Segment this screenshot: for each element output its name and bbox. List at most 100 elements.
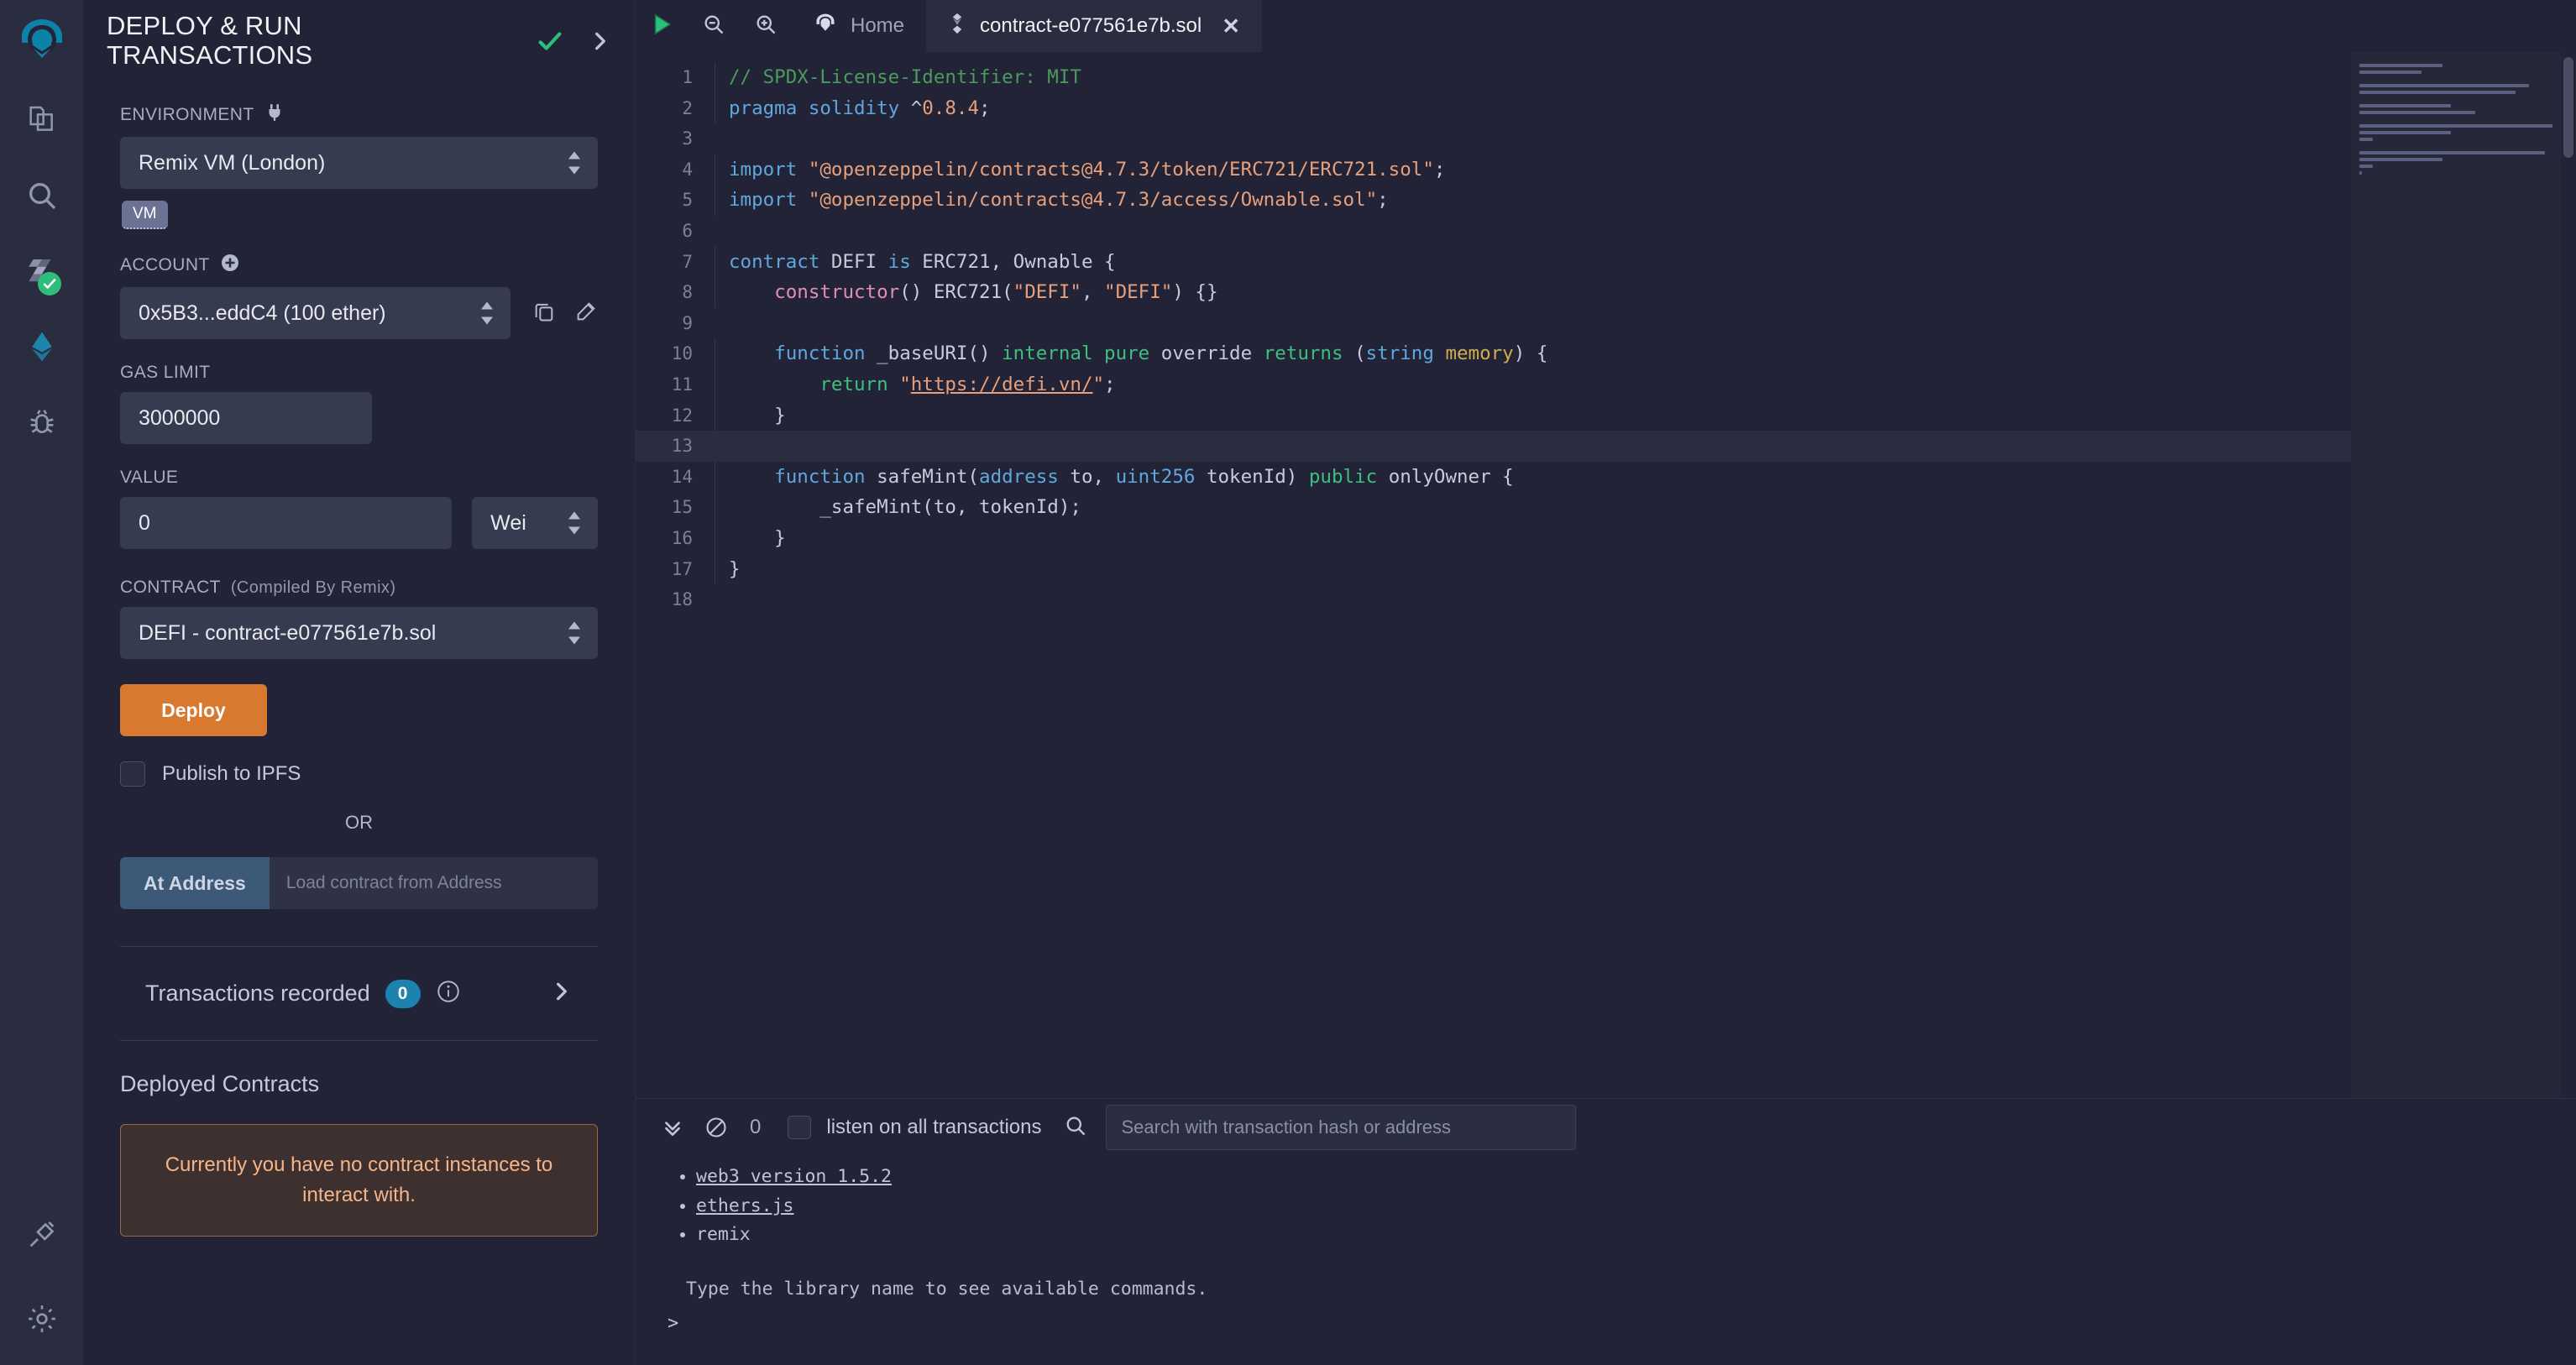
terminal-library-item[interactable]: web3 version 1.5.2 — [696, 1164, 2576, 1190]
terminal-count: 0 — [750, 1116, 762, 1138]
line-code: import "@openzeppelin/contracts@4.7.3/ac… — [715, 185, 2351, 216]
line-code: function safeMint(address to, uint256 to… — [715, 461, 2351, 493]
code-line[interactable]: 11 return "https://defi.vn/"; — [636, 369, 2351, 400]
code-line[interactable]: 5 import "@openzeppelin/contracts@4.7.3/a… — [636, 185, 2351, 216]
plug-icon — [264, 102, 285, 128]
value-label-text: VALUE — [120, 468, 179, 487]
account-select-wrap: 0x5B3...eddC4 (100 ether) — [120, 287, 510, 339]
minimap-line — [2359, 71, 2422, 74]
value-input[interactable]: 0 — [120, 497, 453, 549]
code-line[interactable]: 15 _safeMint(to, tokenId); — [636, 492, 2351, 523]
code-line[interactable]: 10 function _baseURI() internal pure ove… — [636, 338, 2351, 369]
main-area: Home contract-e077561e7b.sol ✕ 1 // SPDX-… — [636, 0, 2576, 1365]
panel-check-icon[interactable] — [536, 27, 564, 60]
sidebar-item-plugin-manager[interactable] — [0, 1197, 83, 1273]
code-line[interactable]: 17} — [636, 553, 2351, 585]
minimap-line — [2359, 151, 2545, 154]
tab-contract-file-label: contract-e077561e7b.sol — [980, 14, 1202, 37]
terminal-prompt: > — [668, 1313, 679, 1335]
code-line[interactable]: 14 function safeMint(address to, uint256… — [636, 461, 2351, 493]
activity-icon-bar — [0, 0, 83, 1365]
code-line[interactable]: 12 } — [636, 400, 2351, 431]
code-line[interactable]: 7 contract DEFI is ERC721, Ownable { — [636, 246, 2351, 278]
sidebar-item-file-explorer[interactable] — [0, 82, 83, 158]
at-address-input[interactable] — [269, 857, 598, 909]
tab-home[interactable]: Home — [792, 0, 926, 52]
sidebar-item-settings[interactable] — [0, 1273, 83, 1365]
info-icon[interactable] — [436, 979, 461, 1008]
deploy-button[interactable]: Deploy — [120, 684, 267, 736]
code-line[interactable]: 13 — [636, 431, 2351, 462]
line-code: import "@openzeppelin/contracts@4.7.3/to… — [715, 154, 2351, 186]
sign-message-icon[interactable] — [574, 300, 598, 327]
line-number: 9 — [682, 312, 693, 333]
contract-select[interactable]: DEFI - contract-e077561e7b.sol — [120, 607, 598, 659]
terminal-search-icon[interactable] — [1064, 1114, 1087, 1142]
editor-minimap[interactable] — [2351, 52, 2576, 1098]
terminal-library-link[interactable]: ethers.js — [696, 1195, 794, 1216]
copy-icon[interactable] — [532, 300, 556, 327]
code-line[interactable]: 6 — [636, 216, 2351, 247]
transactions-recorded-section[interactable]: Transactions recorded 0 — [120, 946, 598, 1041]
terminal-collapse-icon[interactable] — [651, 1106, 694, 1149]
remix-logo[interactable] — [0, 0, 83, 82]
line-code: } — [715, 400, 2351, 431]
run-script-button[interactable] — [636, 0, 688, 52]
transactions-expand-chevron-icon[interactable] — [551, 981, 573, 1007]
minimap-line — [2359, 165, 2373, 168]
environment-select-wrap: Remix VM (London) — [120, 137, 598, 189]
line-code: pragma solidity ^0.8.4; — [715, 92, 2351, 124]
terminal-library-item[interactable]: remix — [696, 1222, 2576, 1248]
gas-limit-label-text: GAS LIMIT — [120, 363, 211, 382]
sidebar-item-deploy-run[interactable] — [0, 309, 83, 384]
line-number: 7 — [682, 251, 693, 272]
terminal-library-link[interactable]: web3 version 1.5.2 — [696, 1166, 892, 1187]
publish-ipfs-label: Publish to IPFS — [162, 762, 301, 785]
line-number: 15 — [671, 497, 693, 518]
terminal-clear-icon[interactable] — [694, 1106, 738, 1149]
zoom-in-icon — [754, 13, 778, 40]
editor-tab-bar: Home contract-e077561e7b.sol ✕ — [636, 0, 2576, 52]
terminal-panel: 0 listen on all transactions web3 versio… — [636, 1098, 2576, 1365]
zoom-in-button[interactable] — [740, 0, 792, 52]
minimap-line — [2359, 91, 2516, 94]
sidebar-item-solidity-compiler[interactable] — [0, 233, 83, 309]
plus-circle-icon[interactable] — [220, 253, 240, 278]
code-line[interactable]: 4 import "@openzeppelin/contracts@4.7.3/t… — [636, 154, 2351, 186]
terminal-search-input[interactable] — [1105, 1105, 1576, 1150]
account-actions — [510, 300, 598, 327]
or-separator: OR — [345, 812, 373, 833]
code-line[interactable]: 2 pragma solidity ^0.8.4; — [636, 92, 2351, 124]
line-number: 17 — [671, 558, 693, 579]
code-line[interactable]: 9 — [636, 308, 2351, 339]
listen-all-transactions-checkbox[interactable] — [788, 1116, 812, 1139]
code-line[interactable]: 3 — [636, 123, 2351, 154]
tab-contract-file[interactable]: contract-e077561e7b.sol ✕ — [926, 0, 1263, 52]
publish-ipfs-row: Publish to IPFS — [120, 761, 598, 787]
at-address-button[interactable]: At Address — [120, 857, 270, 909]
close-icon[interactable]: ✕ — [1222, 13, 1240, 39]
code-editor[interactable]: 1 // SPDX-License-Identifier: MIT 2 pragma … — [636, 52, 2351, 1098]
sidebar-item-search[interactable] — [0, 158, 83, 233]
deployed-contracts-empty-message: Currently you have no contract instances… — [120, 1124, 598, 1237]
code-line[interactable]: 16 } — [636, 522, 2351, 554]
minimap-line — [2359, 138, 2373, 141]
publish-ipfs-checkbox[interactable] — [120, 761, 145, 787]
gear-icon — [25, 1302, 59, 1336]
code-line[interactable]: 1 // SPDX-License-Identifier: MIT — [636, 62, 2351, 93]
account-label-text: ACCOUNT — [120, 255, 210, 275]
zoom-out-button[interactable] — [688, 0, 740, 52]
gas-limit-input[interactable]: 3000000 — [120, 392, 372, 444]
editor-vertical-scrollbar[interactable] — [2561, 52, 2576, 1098]
environment-select[interactable]: Remix VM (London) — [120, 137, 598, 189]
code-line[interactable]: 18 — [636, 584, 2351, 615]
value-unit-select[interactable]: Wei — [472, 497, 598, 549]
terminal-library-item[interactable]: ethers.js — [696, 1194, 2576, 1220]
sidebar-item-debugger[interactable] — [0, 384, 83, 460]
compiled-success-check-icon — [38, 272, 61, 295]
plug-icon — [25, 1218, 59, 1252]
panel-collapse-chevron-icon[interactable] — [589, 30, 611, 56]
account-select[interactable]: 0x5B3...eddC4 (100 ether) — [120, 287, 510, 339]
value-row: 0 Wei — [120, 497, 598, 549]
code-line[interactable]: 8 constructor() ERC721("DEFI", "DEFI") {… — [636, 277, 2351, 308]
